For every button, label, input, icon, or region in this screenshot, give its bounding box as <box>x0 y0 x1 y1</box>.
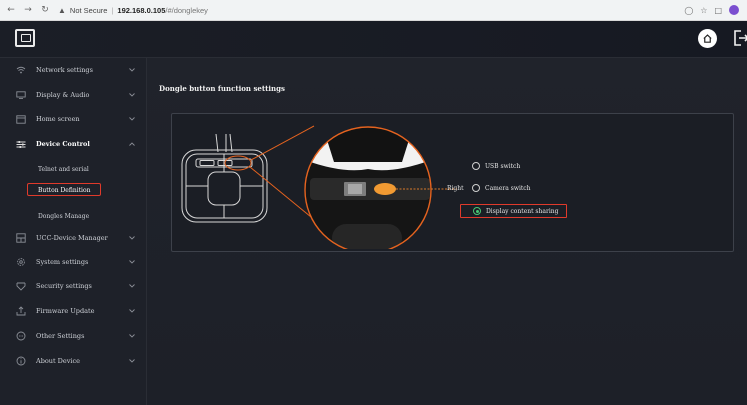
browser-toolbar: ← → ↻ ▲ Not Secure | 192.168.0.105 /#/do… <box>0 0 747 21</box>
chevron-down-icon[interactable] <box>128 282 136 290</box>
main-content: Dongle button function settings Right US… <box>147 58 747 405</box>
shield-icon <box>16 281 26 291</box>
sidebar-item-label: Other Settings <box>36 332 85 340</box>
button-position-label: Right <box>447 185 464 192</box>
sidebar-item-about-device[interactable]: About Device <box>0 351 147 371</box>
device-icon <box>16 233 26 243</box>
share-icon[interactable]: ◯ <box>684 6 693 15</box>
sidebar-item-label: About Device <box>36 357 80 365</box>
sidebar-item-display-audio[interactable]: Display & Audio <box>0 85 147 105</box>
radio-usb-switch[interactable]: USB switch <box>472 162 520 170</box>
sidebar-item-firmware-update[interactable]: Firmware Update <box>0 301 147 321</box>
back-icon[interactable]: ← <box>6 5 16 15</box>
star-icon[interactable]: ☆ <box>700 6 707 15</box>
sidebar-item-ucc-device-manager[interactable]: UCC-Device Manager <box>0 228 147 248</box>
sliders-icon <box>16 139 26 149</box>
radio-display-content-sharing[interactable]: Display content sharing <box>460 204 568 218</box>
browser-nav: ← → ↻ <box>6 5 50 15</box>
chevron-down-icon[interactable] <box>128 115 136 123</box>
sidebar-item-label: System settings <box>36 258 89 266</box>
chevron-down-icon[interactable] <box>128 357 136 365</box>
sidebar-item-device-control[interactable]: Device Control <box>0 134 147 154</box>
sidebar-item-security-settings[interactable]: Security settings <box>0 276 147 296</box>
screen-share-logo-icon <box>15 29 35 47</box>
window-icon <box>16 114 26 124</box>
sidebar-item-other-settings[interactable]: Other Settings <box>0 326 147 346</box>
chevron-down-icon[interactable] <box>128 307 136 315</box>
sidepanel-icon[interactable]: □ <box>714 6 722 15</box>
radio-label: Camera switch <box>485 184 531 192</box>
radio-label: Display content sharing <box>486 207 559 215</box>
security-label[interactable]: Not Secure <box>70 6 108 15</box>
sidebar-item-label: Home screen <box>36 115 80 123</box>
warning-icon[interactable]: ▲ <box>58 6 66 15</box>
radio-label: USB switch <box>485 162 521 170</box>
info-icon <box>16 356 26 366</box>
forward-icon[interactable]: → <box>23 5 33 15</box>
sidebar-item-label: Network settings <box>36 66 93 74</box>
zoomed-detail <box>304 126 432 249</box>
sidebar-item-label: Device Control <box>36 140 90 148</box>
sidebar-subitem-button-definition[interactable]: Button Definition <box>0 183 147 201</box>
address-bar[interactable]: ▲ Not Secure | 192.168.0.105 /#/dongleke… <box>58 6 208 15</box>
chevron-down-icon[interactable] <box>128 234 136 242</box>
dongle-illustration <box>181 125 457 249</box>
sidebar-item-label: Security settings <box>36 282 92 290</box>
dongle-settings-panel: Right USB switch Camera switch Display c… <box>171 113 734 252</box>
sidebar-subitem-telnet-serial[interactable]: Telnet and serial <box>0 161 147 179</box>
chevron-down-icon[interactable] <box>128 332 136 340</box>
url-path[interactable]: /#/donglekey <box>165 6 208 15</box>
chevron-down-icon[interactable] <box>128 258 136 266</box>
sidebar-item-network-settings[interactable]: Network settings <box>0 60 147 80</box>
radio-button[interactable] <box>472 184 480 192</box>
sidebar-item-label: Display & Audio <box>36 91 90 99</box>
circle-dots-icon <box>16 331 26 341</box>
sidebar-subitem-label: Button Definition <box>27 183 102 196</box>
address-divider: | <box>111 5 114 15</box>
profile-avatar[interactable] <box>729 5 739 15</box>
sidebar-item-system-settings[interactable]: System settings <box>0 252 147 272</box>
chevron-up-icon[interactable] <box>128 140 136 148</box>
home-icon[interactable] <box>698 29 717 48</box>
upload-icon <box>16 306 26 316</box>
sidebar-subitem-label: Telnet and serial <box>38 166 89 173</box>
dongle-outline-drawing <box>181 133 268 223</box>
chevron-down-icon[interactable] <box>128 91 136 99</box>
chevron-down-icon[interactable] <box>128 66 136 74</box>
sidebar: Network settings Display & Audio Home sc… <box>0 58 147 405</box>
browser-actions: ◯ ☆ □ <box>684 5 739 15</box>
sidebar-item-label: Firmware Update <box>36 307 95 315</box>
radio-camera-switch[interactable]: Camera switch <box>472 184 531 192</box>
page-title: Dongle button function settings <box>159 84 285 93</box>
radio-button-selected[interactable] <box>473 207 481 215</box>
sidebar-item-home-screen[interactable]: Home screen <box>0 109 147 129</box>
gear-icon <box>16 257 26 267</box>
radio-button[interactable] <box>472 162 480 170</box>
app-header <box>0 21 747 58</box>
sidebar-item-label: UCC-Device Manager <box>36 234 108 242</box>
monitor-icon <box>16 90 26 100</box>
sidebar-subitem-label: Dongles Manage <box>38 213 90 220</box>
url-host[interactable]: 192.168.0.105 <box>117 6 165 15</box>
sidebar-subitem-dongles-manage[interactable]: Dongles Manage <box>0 208 147 226</box>
logout-icon[interactable] <box>733 29 747 47</box>
reload-icon[interactable]: ↻ <box>40 5 50 15</box>
wifi-icon <box>16 65 26 75</box>
